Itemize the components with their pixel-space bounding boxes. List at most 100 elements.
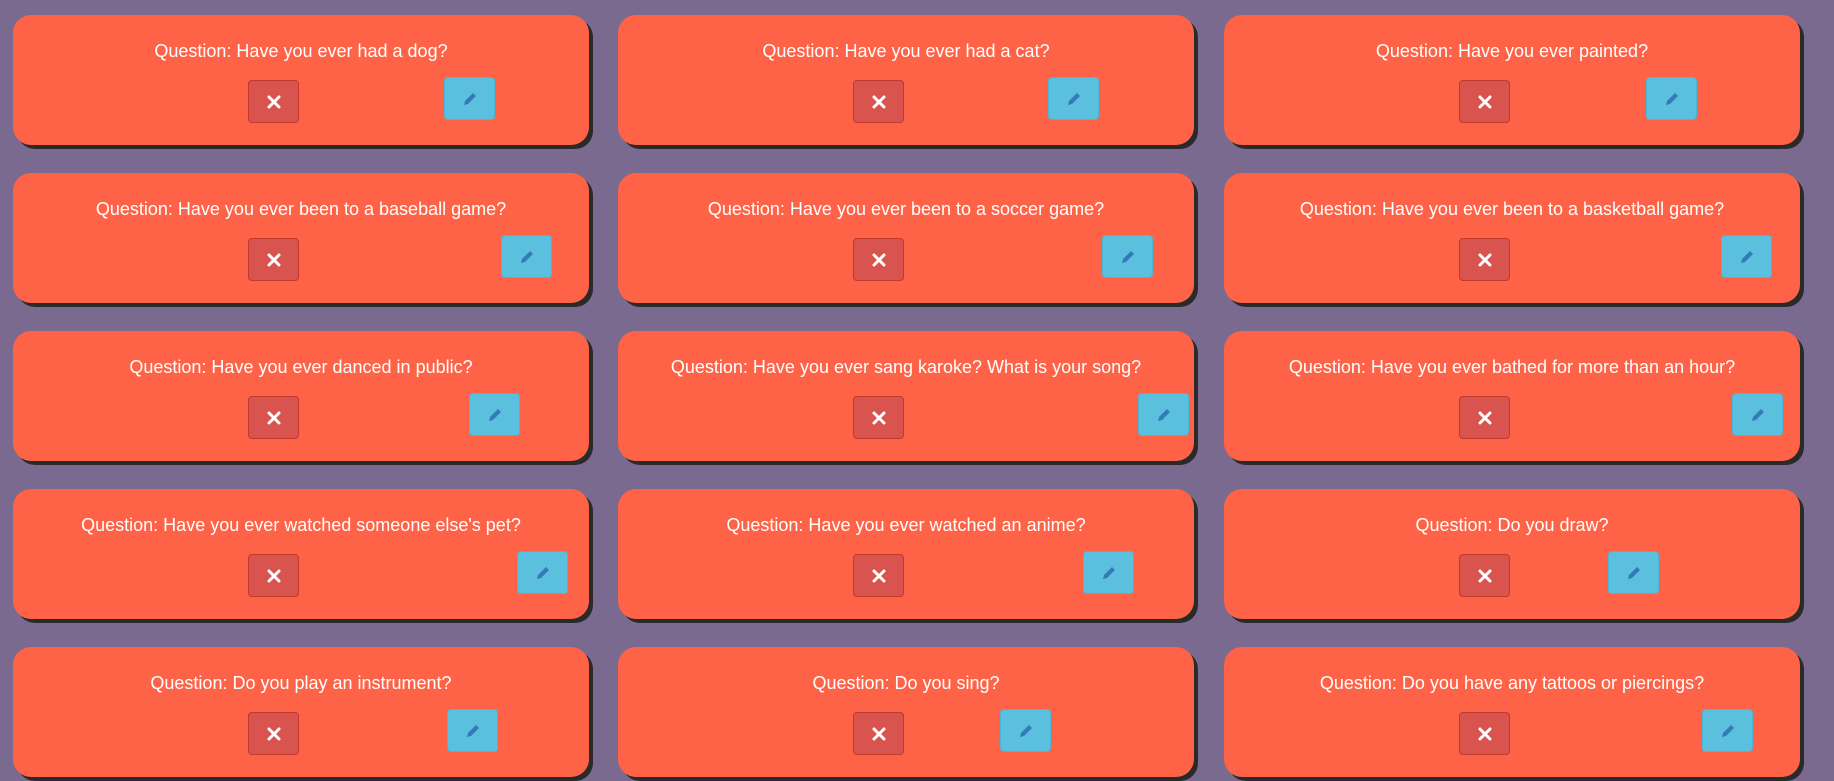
delete-button[interactable]	[248, 80, 299, 123]
question-text: Question: Do you draw?	[1415, 515, 1609, 535]
question-text-wrapper: Question: Have you ever been to a soccer…	[618, 199, 1194, 220]
edit-button[interactable]	[1138, 393, 1189, 436]
question-card: Question: Do you have any tattoos or pie…	[1224, 647, 1800, 777]
pencil-icon	[1748, 405, 1768, 425]
close-icon	[871, 410, 887, 426]
edit-button[interactable]	[517, 551, 568, 594]
question-text: Question: Do you play an instrument?	[150, 673, 452, 693]
delete-button[interactable]	[248, 238, 299, 281]
question-text: Question: Have you ever sang karoke? Wha…	[670, 357, 1142, 377]
delete-button[interactable]	[1459, 712, 1510, 755]
edit-button[interactable]	[1048, 77, 1099, 120]
pencil-icon	[1624, 563, 1644, 583]
question-text-wrapper: Question: Have you ever had a cat?	[618, 41, 1194, 62]
delete-button[interactable]	[1459, 396, 1510, 439]
card-actions	[618, 709, 1194, 755]
question-text-wrapper: Question: Have you ever been to a basket…	[1224, 199, 1800, 220]
edit-button[interactable]	[1102, 235, 1153, 278]
delete-button[interactable]	[853, 554, 904, 597]
close-icon	[266, 252, 282, 268]
question-text: Question: Have you ever watched someone …	[81, 515, 521, 535]
close-icon	[266, 726, 282, 742]
card-actions	[1224, 235, 1800, 281]
close-icon	[871, 252, 887, 268]
question-card: Question: Have you ever danced in public…	[13, 331, 589, 461]
close-icon	[871, 94, 887, 110]
card-actions	[618, 393, 1194, 439]
question-card: Question: Have you ever been to a basket…	[1224, 173, 1800, 303]
question-text-wrapper: Question: Have you ever watched an anime…	[618, 515, 1194, 536]
question-text: Question: Have you ever been to a soccer…	[707, 199, 1105, 219]
pencil-icon	[1016, 721, 1036, 741]
edit-button[interactable]	[447, 709, 498, 752]
delete-button[interactable]	[248, 712, 299, 755]
question-card-grid: Question: Have you ever had a dog? Quest…	[0, 0, 1834, 781]
close-icon	[1477, 568, 1493, 584]
question-text-wrapper: Question: Do you sing?	[618, 673, 1194, 694]
question-text-wrapper: Question: Do you have any tattoos or pie…	[1224, 673, 1800, 694]
close-icon	[1477, 410, 1493, 426]
question-card: Question: Have you ever had a dog?	[13, 15, 589, 145]
question-card: Question: Have you ever been to a baseba…	[13, 173, 589, 303]
pencil-icon	[517, 247, 537, 267]
delete-button[interactable]	[853, 396, 904, 439]
question-card: Question: Have you ever painted?	[1224, 15, 1800, 145]
close-icon	[871, 568, 887, 584]
question-text-wrapper: Question: Have you ever danced in public…	[13, 357, 589, 378]
question-text: Question: Do you have any tattoos or pie…	[1319, 673, 1705, 693]
question-text: Question: Have you ever bathed for more …	[1288, 357, 1736, 377]
delete-button[interactable]	[248, 396, 299, 439]
question-text: Question: Have you ever watched an anime…	[726, 515, 1086, 535]
edit-button[interactable]	[1721, 235, 1772, 278]
card-actions	[13, 235, 589, 281]
delete-button[interactable]	[1459, 554, 1510, 597]
question-text-wrapper: Question: Do you draw?	[1224, 515, 1800, 536]
question-card: Question: Have you ever had a cat?	[618, 15, 1194, 145]
edit-button[interactable]	[444, 77, 495, 120]
question-card: Question: Do you play an instrument?	[13, 647, 589, 777]
delete-button[interactable]	[853, 238, 904, 281]
question-card: Question: Have you ever bathed for more …	[1224, 331, 1800, 461]
question-text-wrapper: Question: Have you ever watched someone …	[13, 515, 589, 536]
card-actions	[618, 551, 1194, 597]
question-text-wrapper: Question: Do you play an instrument?	[13, 673, 589, 694]
card-actions	[13, 77, 589, 123]
edit-button[interactable]	[1646, 77, 1697, 120]
delete-button[interactable]	[1459, 80, 1510, 123]
pencil-icon	[1064, 89, 1084, 109]
close-icon	[1477, 726, 1493, 742]
edit-button[interactable]	[1702, 709, 1753, 752]
question-card: Question: Do you draw?	[1224, 489, 1800, 619]
edit-button[interactable]	[1000, 709, 1051, 752]
pencil-icon	[1718, 721, 1738, 741]
edit-button[interactable]	[469, 393, 520, 436]
question-card: Question: Have you ever been to a soccer…	[618, 173, 1194, 303]
card-actions	[13, 709, 589, 755]
delete-button[interactable]	[853, 712, 904, 755]
close-icon	[1477, 252, 1493, 268]
question-text-wrapper: Question: Have you ever had a dog?	[13, 41, 589, 62]
delete-button[interactable]	[853, 80, 904, 123]
edit-button[interactable]	[1732, 393, 1783, 436]
question-text: Question: Have you ever been to a basket…	[1299, 199, 1725, 219]
close-icon	[266, 568, 282, 584]
card-actions	[1224, 551, 1800, 597]
question-card: Question: Have you ever sang karoke? Wha…	[618, 331, 1194, 461]
question-text: Question: Have you ever had a cat?	[762, 41, 1050, 61]
pencil-icon	[1118, 247, 1138, 267]
delete-button[interactable]	[1459, 238, 1510, 281]
question-card: Question: Do you sing?	[618, 647, 1194, 777]
question-text: Question: Have you ever danced in public…	[129, 357, 473, 377]
pencil-icon	[1154, 405, 1174, 425]
pencil-icon	[485, 405, 505, 425]
card-actions	[13, 551, 589, 597]
edit-button[interactable]	[1608, 551, 1659, 594]
pencil-icon	[460, 89, 480, 109]
edit-button[interactable]	[1083, 551, 1134, 594]
delete-button[interactable]	[248, 554, 299, 597]
question-text-wrapper: Question: Have you ever been to a baseba…	[13, 199, 589, 220]
pencil-icon	[463, 721, 483, 741]
question-text: Question: Have you ever been to a baseba…	[95, 199, 507, 219]
edit-button[interactable]	[501, 235, 552, 278]
card-actions	[1224, 393, 1800, 439]
